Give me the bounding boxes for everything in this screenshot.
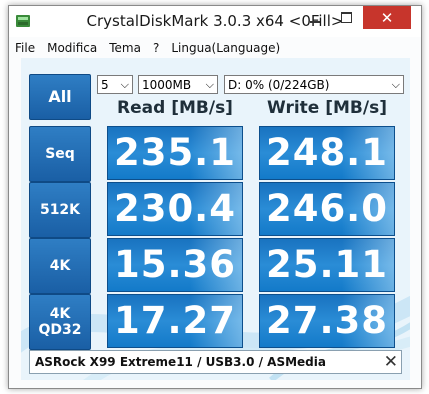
comment-text: ASRock X99 Extreme11 / USB3.0 / ASMedia xyxy=(35,355,326,369)
chevron-down-icon: ⌵ xyxy=(205,78,214,91)
menu-bar: File Modifica Tema ? Lingua(Language) xyxy=(9,38,421,57)
seq-read-text: 235.1 xyxy=(113,131,236,174)
512k-read-value: 230.4 xyxy=(107,182,243,236)
run-512k-button[interactable]: 512K xyxy=(29,182,91,238)
read-column-header: Read [MB/s] xyxy=(117,98,233,118)
menu-file[interactable]: File xyxy=(9,41,41,55)
maximize-button[interactable] xyxy=(331,6,361,29)
menu-modifica[interactable]: Modifica xyxy=(41,41,103,55)
test-size-value: 1000MB xyxy=(142,77,192,92)
minimize-button[interactable] xyxy=(300,6,330,29)
write-column-header: Write [MB/s] xyxy=(267,98,387,118)
run-seq-button[interactable]: Seq xyxy=(29,126,91,182)
drive-value: D: 0% (0/224GB) xyxy=(228,77,330,92)
seq-write-value: 248.1 xyxy=(259,126,395,180)
close-icon: ✕ xyxy=(380,8,394,27)
chevron-down-icon: ⌵ xyxy=(120,78,129,91)
row-label: Seq xyxy=(45,145,75,162)
row-label: 512K xyxy=(39,201,81,218)
4k-write-text: 25.11 xyxy=(265,243,388,286)
512k-read-text: 230.4 xyxy=(113,187,236,230)
run-4k-qd32-button[interactable]: 4K QD32 xyxy=(29,294,91,350)
seq-read-value: 235.1 xyxy=(107,126,243,180)
close-button[interactable]: ✕ xyxy=(363,6,411,29)
row-sublabel: QD32 xyxy=(38,322,82,338)
512k-write-text: 246.0 xyxy=(265,187,388,230)
4k-write-value: 25.11 xyxy=(259,238,395,292)
4k-read-text: 15.36 xyxy=(113,243,236,286)
test-count-value: 5 xyxy=(101,77,109,92)
seq-write-text: 248.1 xyxy=(265,131,388,174)
4k-qd32-write-value: 27.38 xyxy=(259,294,395,348)
title-bar[interactable]: CrystalDiskMark 3.0.3 x64 <0Fill> ✕ xyxy=(9,6,421,37)
comment-field[interactable]: ASRock X99 Extreme11 / USB3.0 / ASMedia … xyxy=(29,350,402,374)
menu-language[interactable]: Lingua(Language) xyxy=(165,41,286,55)
4k-qd32-write-text: 27.38 xyxy=(265,299,388,342)
row-label: 4K xyxy=(49,305,71,322)
benchmark-panel: All 5 ⌵ 1000MB ⌵ D: 0% (0/224GB) ⌵ Read … xyxy=(21,58,410,380)
4k-qd32-read-text: 17.27 xyxy=(113,299,236,342)
minimize-icon xyxy=(310,20,320,23)
app-window: CrystalDiskMark 3.0.3 x64 <0Fill> ✕ File… xyxy=(8,5,422,389)
maximize-icon xyxy=(340,12,352,23)
512k-write-value: 246.0 xyxy=(259,182,395,236)
menu-help[interactable]: ? xyxy=(147,41,165,55)
run-all-button[interactable]: All xyxy=(29,74,91,120)
4k-read-value: 15.36 xyxy=(107,238,243,292)
row-label: 4K xyxy=(49,257,71,274)
test-size-select[interactable]: 1000MB ⌵ xyxy=(138,75,218,94)
drive-select[interactable]: D: 0% (0/224GB) ⌵ xyxy=(224,75,404,94)
clear-comment-icon[interactable]: ✕ xyxy=(384,352,398,372)
4k-qd32-read-value: 17.27 xyxy=(107,294,243,348)
run-4k-button[interactable]: 4K xyxy=(29,238,91,294)
chevron-down-icon: ⌵ xyxy=(391,78,400,91)
menu-tema[interactable]: Tema xyxy=(103,41,147,55)
test-count-select[interactable]: 5 ⌵ xyxy=(97,75,133,94)
